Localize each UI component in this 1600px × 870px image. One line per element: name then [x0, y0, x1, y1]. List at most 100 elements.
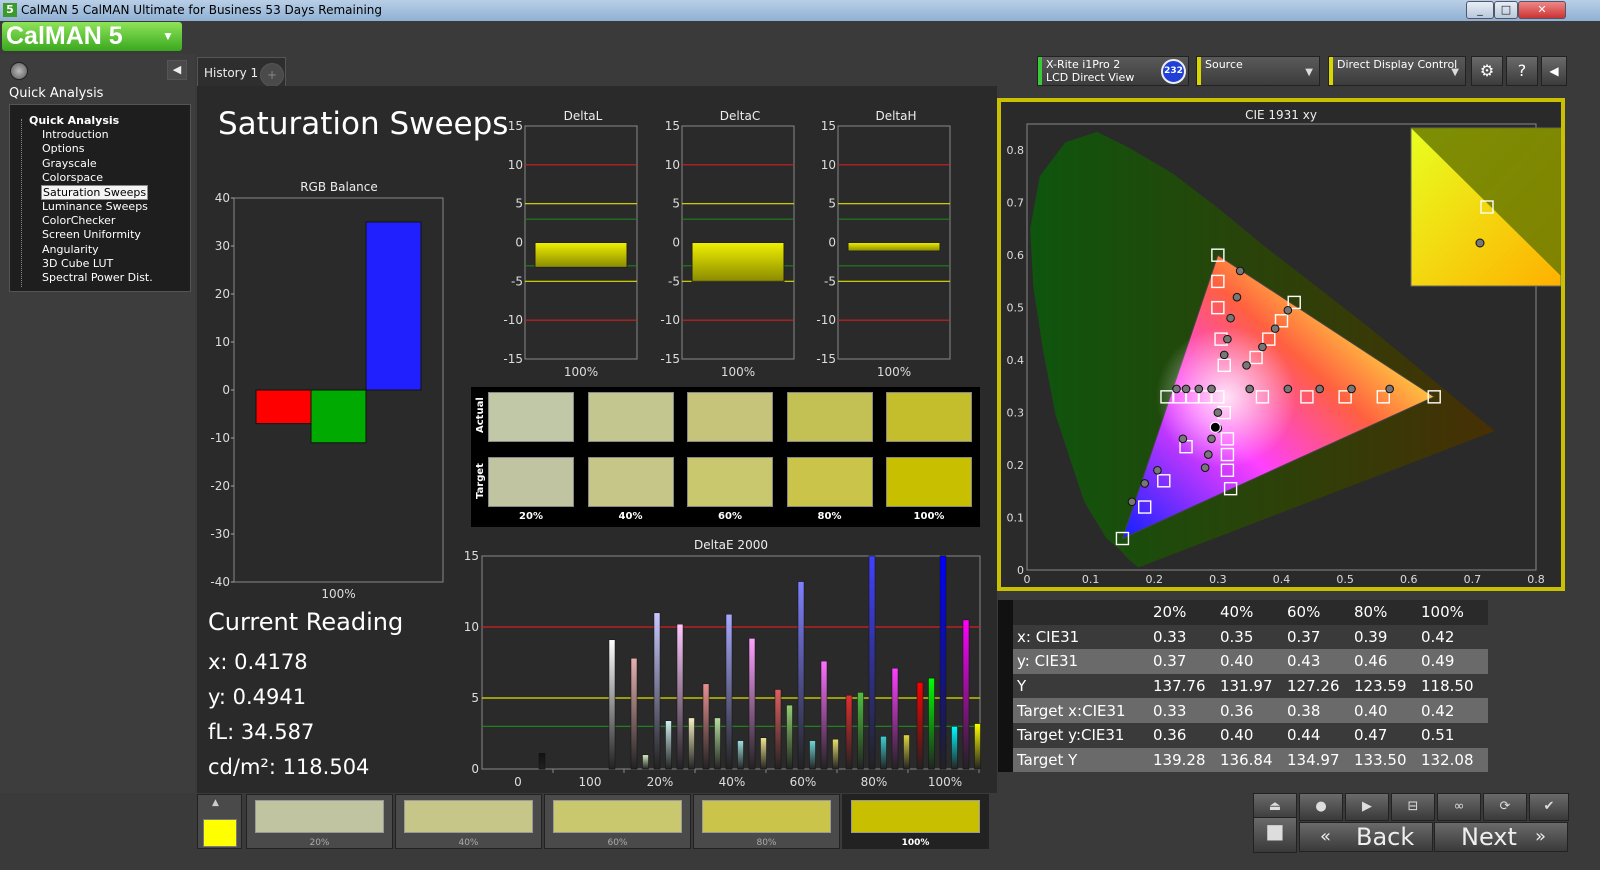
y-tick-label: 10: [665, 158, 680, 172]
patch-swatch[interactable]: 20%: [246, 794, 393, 849]
sidebar-item-screen-uniformity[interactable]: Screen Uniformity: [41, 228, 142, 241]
deltae-bar: [714, 717, 721, 770]
y-tick-label: 10: [821, 158, 836, 172]
calman-logo-button[interactable]: CalMAN 5 ▼: [2, 22, 182, 51]
patch-color: [255, 800, 384, 833]
deltae-2000-chart: 15 10 5 0 0 100 20% 40% 60% 80% 100%: [464, 550, 981, 789]
table-cell: 118.50: [1417, 673, 1488, 699]
source-selector[interactable]: Source ▼: [1196, 56, 1320, 86]
stop-icon[interactable]: ●: [1299, 793, 1343, 821]
close-button[interactable]: ✕: [1518, 1, 1566, 19]
deltae-bar: [676, 623, 684, 770]
reading-x: x: 0.4178: [208, 650, 308, 674]
actual-row-label: Actual: [475, 397, 486, 433]
double-chevron-right-icon: »: [1535, 826, 1547, 847]
add-tab-icon[interactable]: +: [260, 63, 284, 87]
measured-point: [1223, 334, 1232, 344]
y-tick-label: 0.6: [1007, 249, 1025, 262]
table-cell: 0.36: [1149, 722, 1216, 748]
rgb-bar: [365, 221, 422, 391]
sidebar-item-introduction[interactable]: Introduction: [41, 128, 110, 141]
patch-swatch[interactable]: 100%: [842, 794, 989, 849]
sidebar-item-options[interactable]: Options: [41, 142, 85, 155]
table-cell: 123.59: [1350, 673, 1417, 699]
y-tick-label: 10: [215, 335, 230, 349]
play-icon[interactable]: ▶: [1345, 793, 1389, 821]
stop-square-icon[interactable]: ■: [1253, 817, 1297, 853]
y-tick-label: 0: [222, 383, 230, 397]
measured-point: [1226, 313, 1235, 323]
sidebar-item-grayscale[interactable]: Grayscale: [41, 157, 98, 170]
sidebar-pin-icon[interactable]: [10, 62, 28, 80]
patch-swatch[interactable]: 40%: [395, 794, 542, 849]
x-tick-label: 100%: [321, 587, 355, 601]
reading-cdm2: cd/m²: 118.504: [208, 755, 370, 779]
patch-swatch[interactable]: 60%: [544, 794, 691, 849]
deltal-chart: 15 10 5 0 -5 -10 -15 100%: [503, 120, 638, 378]
deltae-bar: [653, 612, 661, 770]
display-control-selector[interactable]: Direct Display Control ▼: [1328, 56, 1466, 86]
rgb-bar: [310, 389, 367, 444]
table-cell: 0.39: [1350, 624, 1417, 650]
y-tick-label: 10: [508, 158, 523, 172]
deltae-bar: [538, 753, 546, 770]
sidebar-item-colorspace[interactable]: Colorspace: [41, 171, 104, 184]
x-tick-label: 0.4: [1273, 573, 1291, 586]
measured-point: [1181, 384, 1191, 394]
y-tick-label: -20: [210, 479, 230, 493]
collapse-right-icon[interactable]: ◀: [1541, 56, 1567, 86]
measured-point: [1127, 497, 1137, 507]
reading-fl: fL: 34.587: [208, 720, 315, 744]
y-tick-label: 5: [515, 197, 523, 211]
maximize-button[interactable]: □: [1494, 1, 1518, 19]
tab-strip: History 1 +: [197, 54, 997, 87]
tree-root[interactable]: Quick Analysis: [29, 114, 119, 127]
settings-gear-icon[interactable]: ⚙: [1471, 56, 1503, 86]
sidebar-item-3d-cube-lut[interactable]: 3D Cube LUT: [41, 257, 114, 270]
tab-history-1[interactable]: History 1 +: [197, 57, 286, 87]
row-label: Target Y: [1013, 747, 1149, 773]
deltae-bar: [820, 660, 828, 770]
table-row: Y 137.76 131.97 127.26 123.59 118.50: [998, 673, 1488, 699]
refresh-icon[interactable]: ⟳: [1483, 793, 1527, 821]
measure-icon[interactable]: ⊟: [1391, 793, 1435, 821]
collapse-sidebar-button[interactable]: ◀: [167, 60, 187, 80]
y-tick-label: 0.3: [1007, 407, 1025, 420]
meter-badge[interactable]: 232: [1161, 59, 1186, 84]
check-icon[interactable]: ✔: [1529, 793, 1569, 821]
app-icon: 5: [3, 3, 17, 17]
sidebar-item-colorchecker[interactable]: ColorChecker: [41, 214, 116, 227]
deltae-bar: [845, 694, 853, 770]
actual-swatch: [886, 392, 972, 442]
loop-icon[interactable]: ∞: [1437, 793, 1481, 821]
back-button[interactable]: « Back: [1299, 822, 1433, 852]
table-cell: 127.26: [1283, 673, 1350, 699]
y-tick-label: 5: [471, 691, 479, 705]
measured-point: [1204, 450, 1213, 459]
minimize-button[interactable]: _: [1466, 1, 1494, 19]
sidebar-item-saturation-sweeps[interactable]: Saturation Sweeps: [41, 185, 149, 200]
table-cell: 134.97: [1283, 747, 1350, 773]
deltae-bar: [797, 581, 805, 770]
table-cell: 0.49: [1417, 649, 1488, 674]
next-button[interactable]: Next »: [1434, 822, 1568, 852]
measured-point: [1245, 384, 1254, 394]
swatch-column-label: 40%: [618, 511, 643, 522]
sidebar-item-luminance-sweeps[interactable]: Luminance Sweeps: [41, 200, 149, 213]
sidebar-item-angularity[interactable]: Angularity: [41, 243, 100, 256]
deltae-bar: [916, 682, 924, 770]
help-icon[interactable]: ?: [1506, 56, 1538, 86]
patch-swatch[interactable]: 80%: [693, 794, 840, 849]
current-patch[interactable]: ▲: [197, 794, 242, 849]
actual-swatch: [587, 392, 674, 442]
y-tick-label: 0.2: [1007, 459, 1025, 472]
deltae-bar: [608, 639, 616, 770]
x-tick-label: 100%: [564, 365, 598, 378]
x-tick-label: 0.5: [1336, 573, 1354, 586]
col-header: 80%: [1350, 600, 1417, 625]
workflow-tree: Quick Analysis Introduction Options Gray…: [9, 104, 191, 292]
delta-bar: [691, 242, 785, 282]
table-cell: 0.46: [1350, 649, 1417, 674]
y-tick-label: -15: [660, 352, 680, 366]
sidebar-item-spectral-power[interactable]: Spectral Power Dist.: [41, 271, 154, 284]
